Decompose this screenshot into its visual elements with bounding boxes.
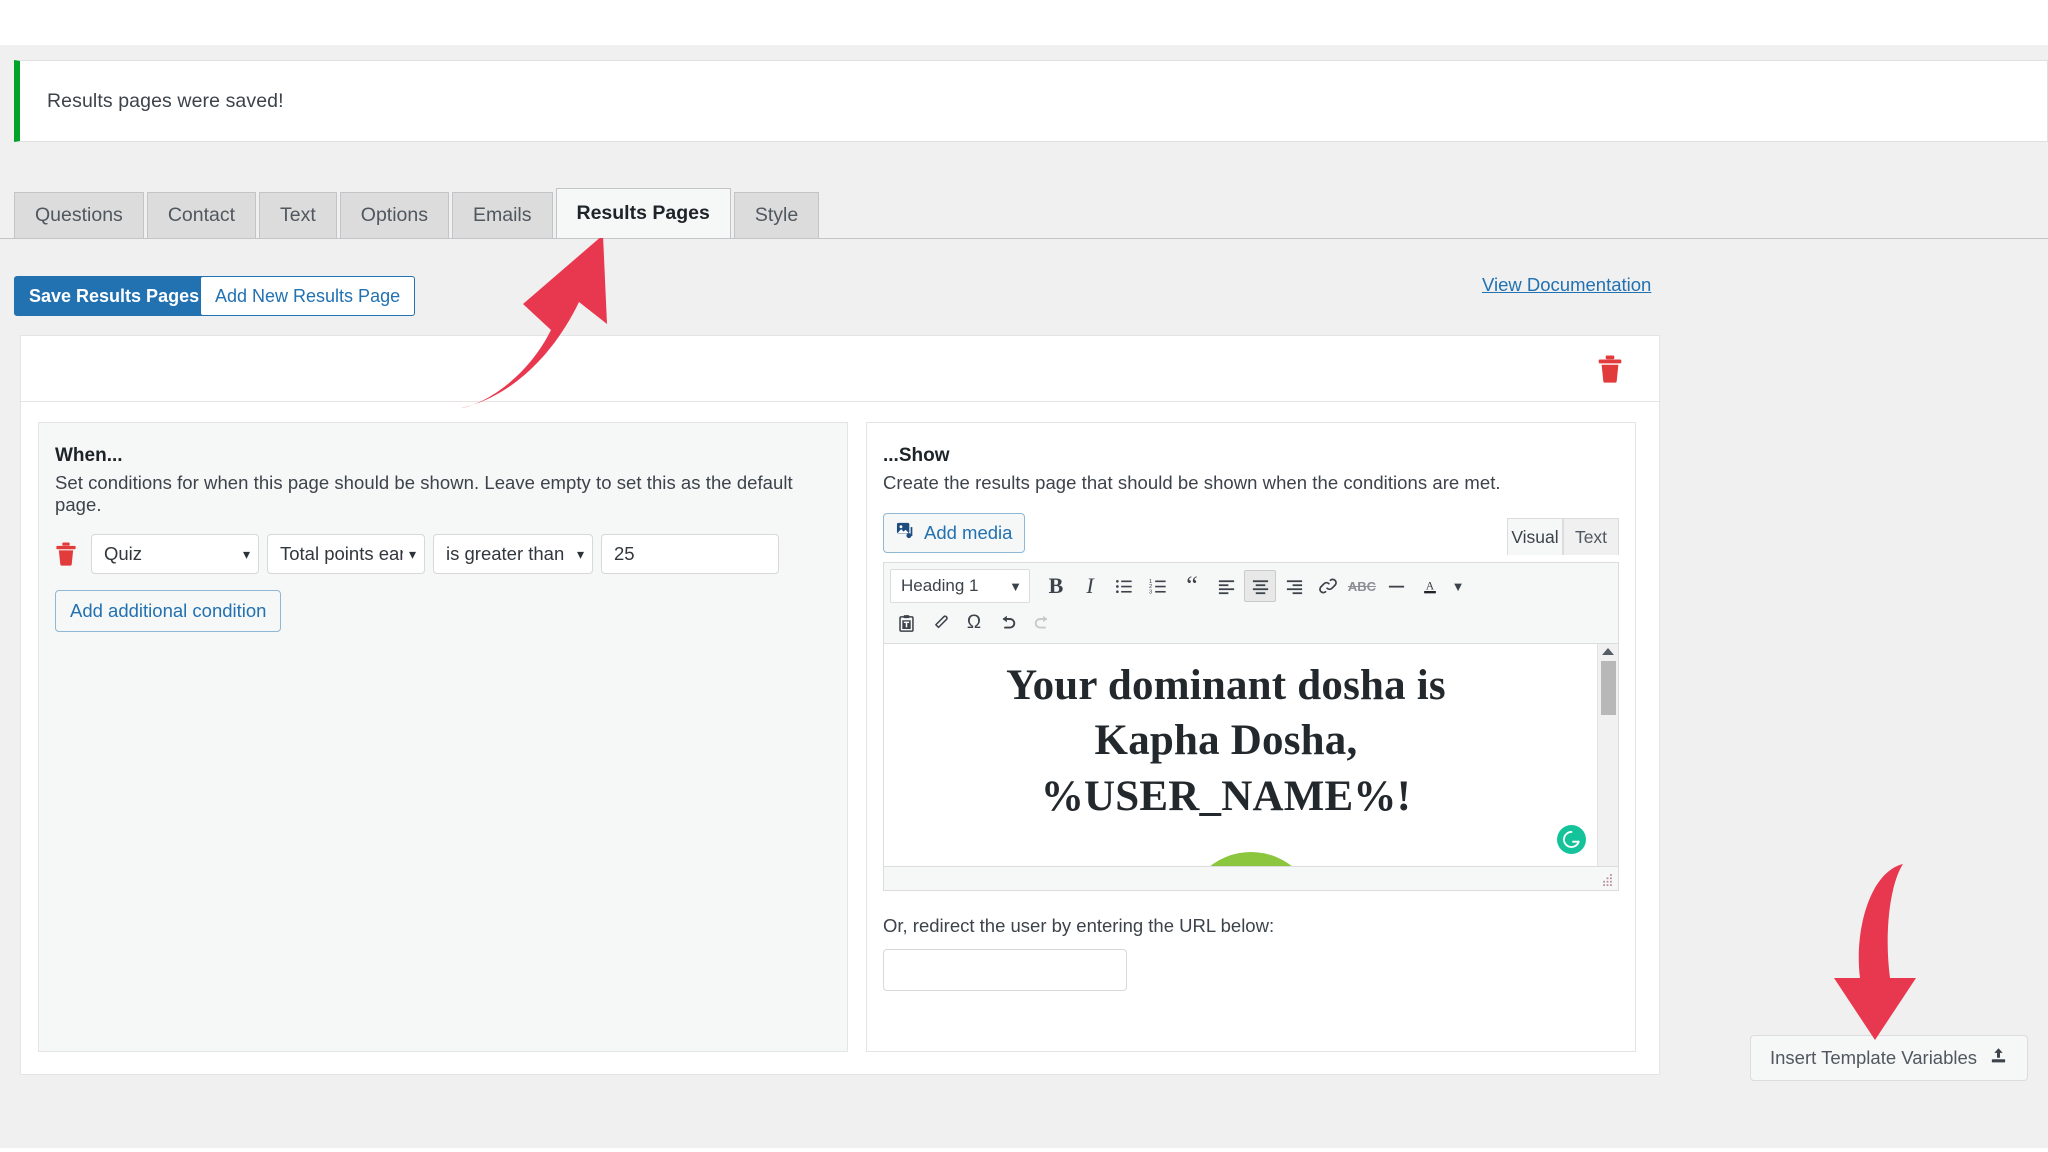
editor-toolbar: Heading 1 ▼ B I 123 “ ABC A ▼ Ω [884,563,1618,644]
chevron-down-icon: ▼ [1009,578,1022,594]
media-icon [896,521,915,545]
delete-results-page-icon[interactable] [1597,355,1623,383]
editor-mode-tabs: Visual Text [1507,518,1619,555]
show-panel: ...Show Create the results page that sho… [866,422,1636,1052]
add-media-button[interactable]: Add media [883,513,1026,553]
editor-top-row: Add media Visual Text [883,512,1619,555]
align-right-icon[interactable] [1278,570,1310,602]
tab-results-pages[interactable]: Results Pages [555,188,731,238]
scroll-up-arrow-icon[interactable] [1602,648,1614,655]
tab-questions[interactable]: Questions [14,192,144,238]
tab-options[interactable]: Options [339,192,449,238]
redirect-url-input[interactable] [883,949,1127,991]
condition-source-value: Quiz [104,543,143,564]
editor-tab-visual[interactable]: Visual [1507,518,1563,555]
condition-value-input[interactable] [601,534,779,574]
condition-operator-value: is greater than [446,543,565,564]
result-heading-line-2: Kapha Dosha, [1094,717,1358,765]
insert-template-variables-button[interactable]: Insert Template Variables [1750,1035,2029,1081]
insert-template-variables-label: Insert Template Variables [1770,1047,1978,1068]
tab-emails[interactable]: Emails [451,192,553,238]
save-results-pages-button[interactable]: Save Results Pages [14,276,215,316]
chevron-down-icon: ▾ [408,545,416,562]
undo-icon[interactable] [992,607,1024,639]
editor-scrollbar[interactable] [1597,644,1618,866]
condition-source-select[interactable]: Quiz ▾ [91,534,259,574]
bold-icon[interactable]: B [1040,570,1072,602]
tab-label: Text [280,204,316,226]
tab-label: Contact [167,204,236,226]
numbered-list-icon[interactable]: 123 [1142,570,1174,602]
tab-label: Style [754,204,799,226]
editor-resize-handle[interactable] [1600,873,1614,887]
tab-bar: Questions Contact Text Options Emails Re… [14,188,822,238]
condition-operator-select[interactable]: is greater than ▾ [433,534,593,574]
paste-as-text-icon[interactable] [890,607,922,639]
text-color-chevron-icon[interactable]: ▼ [1448,570,1468,602]
chevron-down-icon: ▾ [242,545,250,562]
bulleted-list-icon[interactable] [1108,570,1140,602]
show-panel-title: ...Show [883,445,950,466]
when-panel: When... Set conditions for when this pag… [38,422,848,1052]
horizontal-rule-icon[interactable] [1380,570,1412,602]
tab-label: Results Pages [576,202,710,224]
results-page-card-header [21,336,1659,402]
editor-status-bar [884,866,1618,890]
condition-row: Quiz ▾ Total points ear ▾ is greater tha… [55,534,831,574]
editor-toolbar-row-1: Heading 1 ▼ B I 123 “ ABC A ▼ [890,569,1612,603]
blockquote-icon[interactable]: “ [1176,570,1208,602]
condition-field-select[interactable]: Total points ear ▾ [267,534,425,574]
tab-label: Options [360,204,428,226]
editor-toolbar-row-2: Ω [890,607,1612,639]
link-icon[interactable] [1312,570,1344,602]
format-select-value: Heading 1 [901,576,979,595]
align-left-icon[interactable] [1210,570,1242,602]
result-heading-line-1: Your dominant dosha is [1006,662,1446,709]
delete-condition-icon[interactable] [55,541,77,567]
notice-message: Results pages were saved! [47,89,284,112]
when-panel-description: Set conditions for when this page should… [55,472,793,515]
grammarly-badge-icon[interactable] [1557,825,1586,854]
svg-text:A: A [1426,579,1435,592]
special-character-icon[interactable]: Ω [958,607,990,639]
dosha-illustration [1210,852,1292,866]
italic-icon[interactable]: I [1074,570,1106,602]
editor-content-area[interactable]: Your dominant dosha is Kapha Dosha, %USE… [884,644,1618,866]
when-panel-title: When... [55,445,123,466]
screen-root: Results pages were saved! Questions Cont… [0,0,2048,1152]
tab-strip-divider [0,238,2048,239]
tab-style[interactable]: Style [733,192,820,238]
editor-tab-text[interactable]: Text [1563,518,1619,555]
text-color-icon[interactable]: A [1414,570,1446,602]
redirect-url-label: Or, redirect the user by entering the UR… [883,915,1275,936]
show-panel-description: Create the results page that should be s… [883,472,1501,493]
wysiwyg-editor: Heading 1 ▼ B I 123 “ ABC A ▼ Ω Your dom… [883,562,1619,891]
format-select[interactable]: Heading 1 ▼ [890,569,1030,603]
add-media-label: Add media [924,522,1013,543]
add-additional-condition-button[interactable]: Add additional condition [55,590,282,632]
strikethrough-icon[interactable]: ABC [1346,570,1378,602]
tab-label: Emails [472,204,532,226]
editor-document: Your dominant dosha is Kapha Dosha, %USE… [884,644,1618,824]
tab-contact[interactable]: Contact [146,192,257,238]
add-new-results-page-button[interactable]: Add New Results Page [200,276,416,316]
upload-icon [1989,1046,2008,1070]
results-page-card-body: When... Set conditions for when this pag… [21,402,1659,1052]
results-page-card: When... Set conditions for when this pag… [20,335,1660,1075]
tab-text[interactable]: Text [259,192,337,238]
success-notice: Results pages were saved! [14,60,2048,142]
condition-field-value: Total points ear [280,543,403,564]
redo-icon[interactable] [1026,607,1058,639]
clear-formatting-icon[interactable] [924,607,956,639]
scrollbar-thumb[interactable] [1601,661,1616,715]
tab-label: Questions [35,204,123,226]
chevron-down-icon: ▾ [576,545,584,562]
align-center-icon[interactable] [1244,570,1276,602]
view-documentation-link[interactable]: View Documentation [1482,274,1651,296]
svg-text:3: 3 [1149,589,1152,595]
